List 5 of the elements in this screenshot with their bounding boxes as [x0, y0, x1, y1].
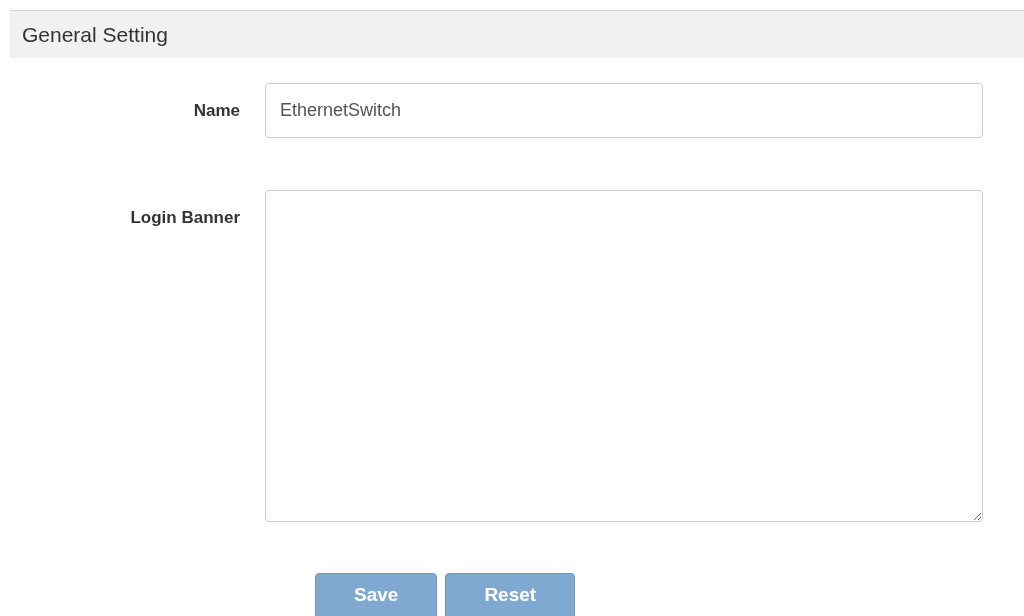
panel-title: General Setting	[22, 22, 168, 47]
field-label: Name	[192, 100, 241, 121]
name-field[interactable]: EthernetSwitch	[265, 83, 983, 138]
banner-field[interactable]	[265, 190, 983, 522]
field-label: Login Banner	[129, 207, 241, 228]
